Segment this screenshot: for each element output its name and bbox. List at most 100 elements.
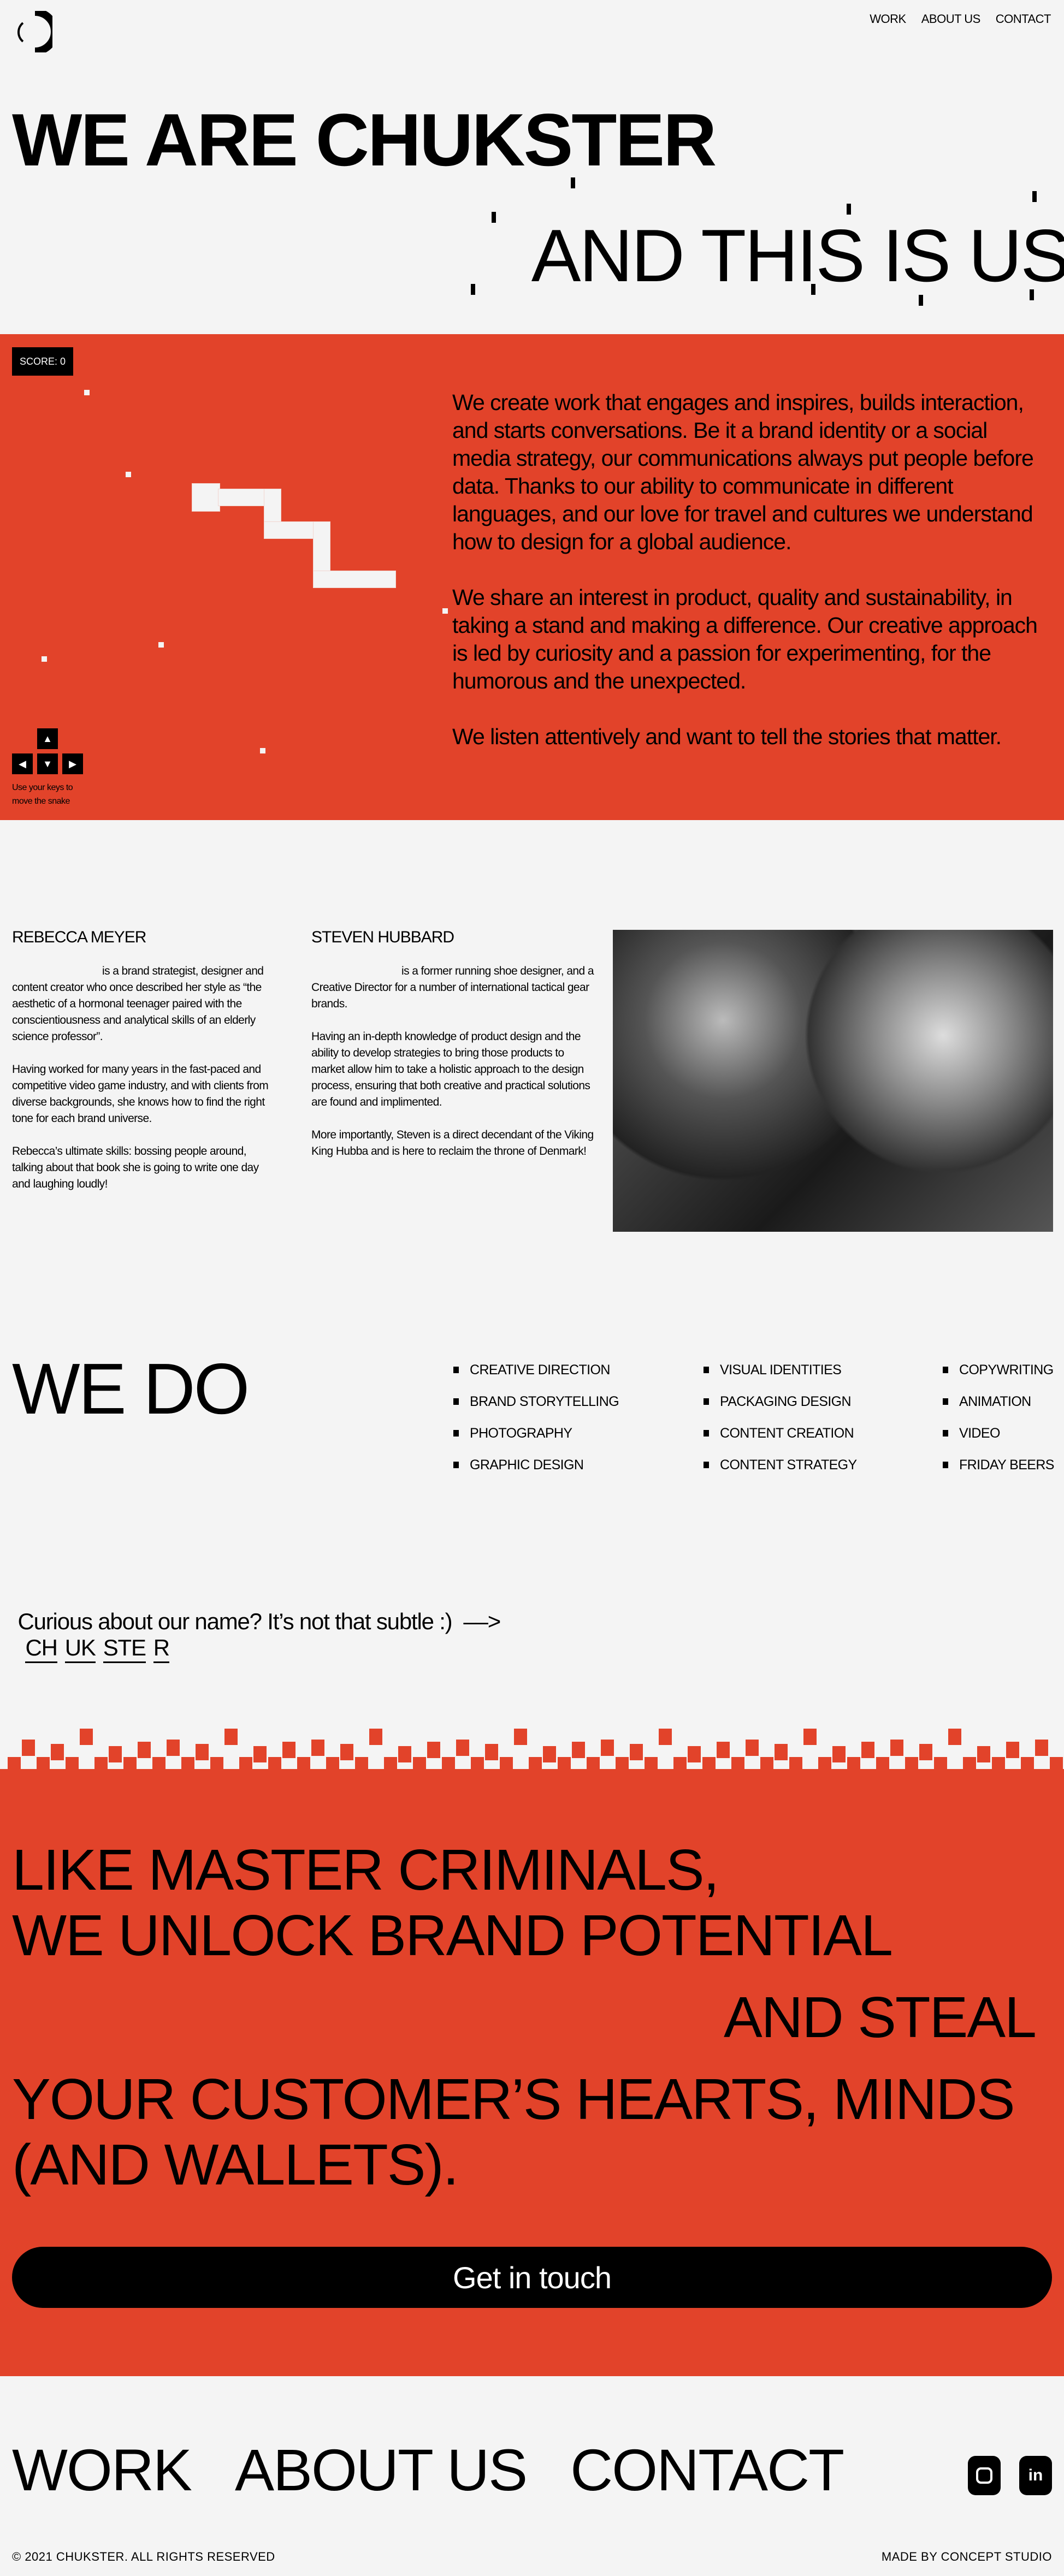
pixel-block xyxy=(601,1740,614,1756)
pixel-block xyxy=(572,1742,585,1758)
member-name: STEVEN HUBBARD xyxy=(311,928,454,946)
manifesto-line: LIKE MASTER CRIMINALS, xyxy=(12,1838,719,1902)
name-part: STE xyxy=(103,1635,146,1663)
pixel-block xyxy=(253,1746,267,1762)
pixel-block xyxy=(485,1744,498,1760)
service-item: PHOTOGRAPHY xyxy=(453,1417,619,1449)
linkedin-icon[interactable]: in xyxy=(1019,2456,1052,2495)
service-item: CREATIVE DIRECTION xyxy=(453,1354,619,1386)
food-pixel xyxy=(84,390,90,395)
manifesto-line: WE UNLOCK BRAND POTENTIAL xyxy=(12,1903,893,1968)
service-item: VISUAL IDENTITIES xyxy=(704,1354,857,1386)
food-pixel xyxy=(442,608,448,614)
pixel-block xyxy=(167,1740,180,1756)
get-in-touch-button[interactable]: Get in touch xyxy=(12,2247,1052,2308)
member-bio: More importantly, Steven is a direct dec… xyxy=(311,1129,594,1158)
pixel-block xyxy=(746,1740,759,1756)
right-arrow-icon[interactable]: ▶ xyxy=(62,753,83,774)
pixel-block xyxy=(1006,1742,1019,1758)
pixel-block xyxy=(803,1729,817,1745)
top-nav: WORK ABOUT US CONTACT xyxy=(854,12,1051,26)
nav-contact[interactable]: CONTACT xyxy=(996,12,1051,26)
name-part: UK xyxy=(64,1635,96,1663)
name-explainer-text: Curious about our name? It’s not that su… xyxy=(17,1608,501,1634)
snake-game-board[interactable] xyxy=(0,334,448,820)
pixel-block xyxy=(919,1744,932,1760)
down-arrow-icon[interactable]: ▼ xyxy=(37,753,58,774)
instagram-icon[interactable] xyxy=(968,2456,1001,2495)
copyright: © 2021 CHUKSTER. ALL RIGHTS RESERVED xyxy=(12,2550,275,2563)
member-bio: is a former running shoe designer, and a… xyxy=(311,965,594,1010)
up-arrow-icon[interactable]: ▲ xyxy=(37,728,58,749)
pixel-block xyxy=(51,1744,64,1760)
pixel-block xyxy=(659,1729,672,1745)
intro-paragraph: We create work that engages and inspires… xyxy=(452,390,1034,554)
pixel-block xyxy=(398,1746,411,1762)
pixel-block xyxy=(109,1746,122,1762)
service-item: ANIMATION xyxy=(943,1386,1054,1417)
services-title: WE DO xyxy=(12,1349,250,1429)
pixel-block xyxy=(861,1742,874,1758)
pixel-block xyxy=(948,1729,961,1745)
manifesto-line: (AND WALLETS). xyxy=(12,2133,459,2197)
game-hint: Use your keys to move the snake xyxy=(12,783,73,806)
pixel-transition xyxy=(0,1714,1064,1774)
credit-link[interactable]: MADE BY CONCEPT STUDIO xyxy=(882,2550,1052,2564)
pixel-block xyxy=(138,1742,151,1758)
pixel-block xyxy=(1035,1740,1048,1756)
pixel-block xyxy=(890,1740,903,1756)
pixel-block xyxy=(456,1740,469,1756)
member-bio: Rebecca’s ultimate skills: bossing peopl… xyxy=(12,1145,259,1190)
food-pixel xyxy=(158,642,164,648)
pixel-block xyxy=(688,1746,701,1762)
pixel-block xyxy=(369,1729,382,1745)
footer-nav-contact[interactable]: CONTACT xyxy=(570,2437,844,2503)
name-part: R xyxy=(153,1635,170,1663)
intro-paragraph: We share an interest in product, quality… xyxy=(452,585,1038,693)
services-column: VISUAL IDENTITIES PACKAGING DESIGN CONTE… xyxy=(704,1354,857,1481)
member-bio: Having worked for many years in the fast… xyxy=(12,1063,269,1125)
chukster-c-logo-icon xyxy=(17,8,58,55)
footer-nav: WORK ABOUT US CONTACT xyxy=(12,2441,887,2500)
services-column: COPYWRITING ANIMATION VIDEO FRIDAY BEERS xyxy=(943,1354,1054,1481)
service-item: PACKAGING DESIGN xyxy=(704,1386,857,1417)
pixel-block xyxy=(311,1740,324,1756)
food-pixel xyxy=(126,472,131,477)
footer-nav-about-us[interactable]: ABOUT US xyxy=(235,2437,528,2503)
hero-subtitle: AND THIS IS US xyxy=(531,214,1064,297)
pixel-block xyxy=(80,1729,93,1745)
nav-about-us[interactable]: ABOUT US xyxy=(921,12,981,26)
left-arrow-icon[interactable]: ◀ xyxy=(12,753,33,774)
manifesto-section: LIKE MASTER CRIMINALS, WE UNLOCK BRAND P… xyxy=(0,1769,1064,2376)
service-item: VIDEO xyxy=(943,1417,1054,1449)
hero-title: WE ARE CHUKSTER xyxy=(12,98,717,181)
pixel-block xyxy=(514,1729,527,1745)
pixel-block xyxy=(282,1742,295,1758)
service-item: FRIDAY BEERS xyxy=(943,1449,1054,1481)
pixel-block xyxy=(224,1729,238,1745)
pixel-block xyxy=(630,1744,643,1760)
pixel-block xyxy=(832,1746,846,1762)
pixel-block xyxy=(22,1740,35,1756)
pixel-block xyxy=(543,1746,556,1762)
nav-work[interactable]: WORK xyxy=(870,12,906,26)
intro-text: We create work that engages and inspires… xyxy=(452,389,1050,779)
food-pixel xyxy=(42,656,47,662)
service-item: BRAND STORYTELLING xyxy=(453,1386,619,1417)
manifesto-line: YOUR CUSTOMER’S HEARTS, MINDS xyxy=(12,2067,1015,2132)
member-bio: is a brand strategist, designer and cont… xyxy=(12,965,264,1043)
service-item: GRAPHIC DESIGN xyxy=(453,1449,619,1481)
name-part: CH xyxy=(25,1635,58,1663)
pixel-block xyxy=(427,1742,440,1758)
service-item: COPYWRITING xyxy=(943,1354,1054,1386)
footer-nav-work[interactable]: WORK xyxy=(12,2437,192,2503)
pixel-block xyxy=(775,1744,788,1760)
snake-head xyxy=(192,483,220,512)
intro-section: SCORE: 0 ▲ ◀ ▼ ▶ Use your keys to move t… xyxy=(0,334,1064,820)
snake-body xyxy=(313,571,396,588)
team-member-rebecca: REBECCA MEYER is a brand strategist, des… xyxy=(12,928,274,1209)
team-member-steven: STEVEN HUBBARD is a former running shoe … xyxy=(311,928,595,1176)
member-bio: Having an in-depth knowledge of product … xyxy=(311,1030,590,1108)
logo[interactable] xyxy=(14,8,58,55)
pixel-block xyxy=(717,1742,730,1758)
